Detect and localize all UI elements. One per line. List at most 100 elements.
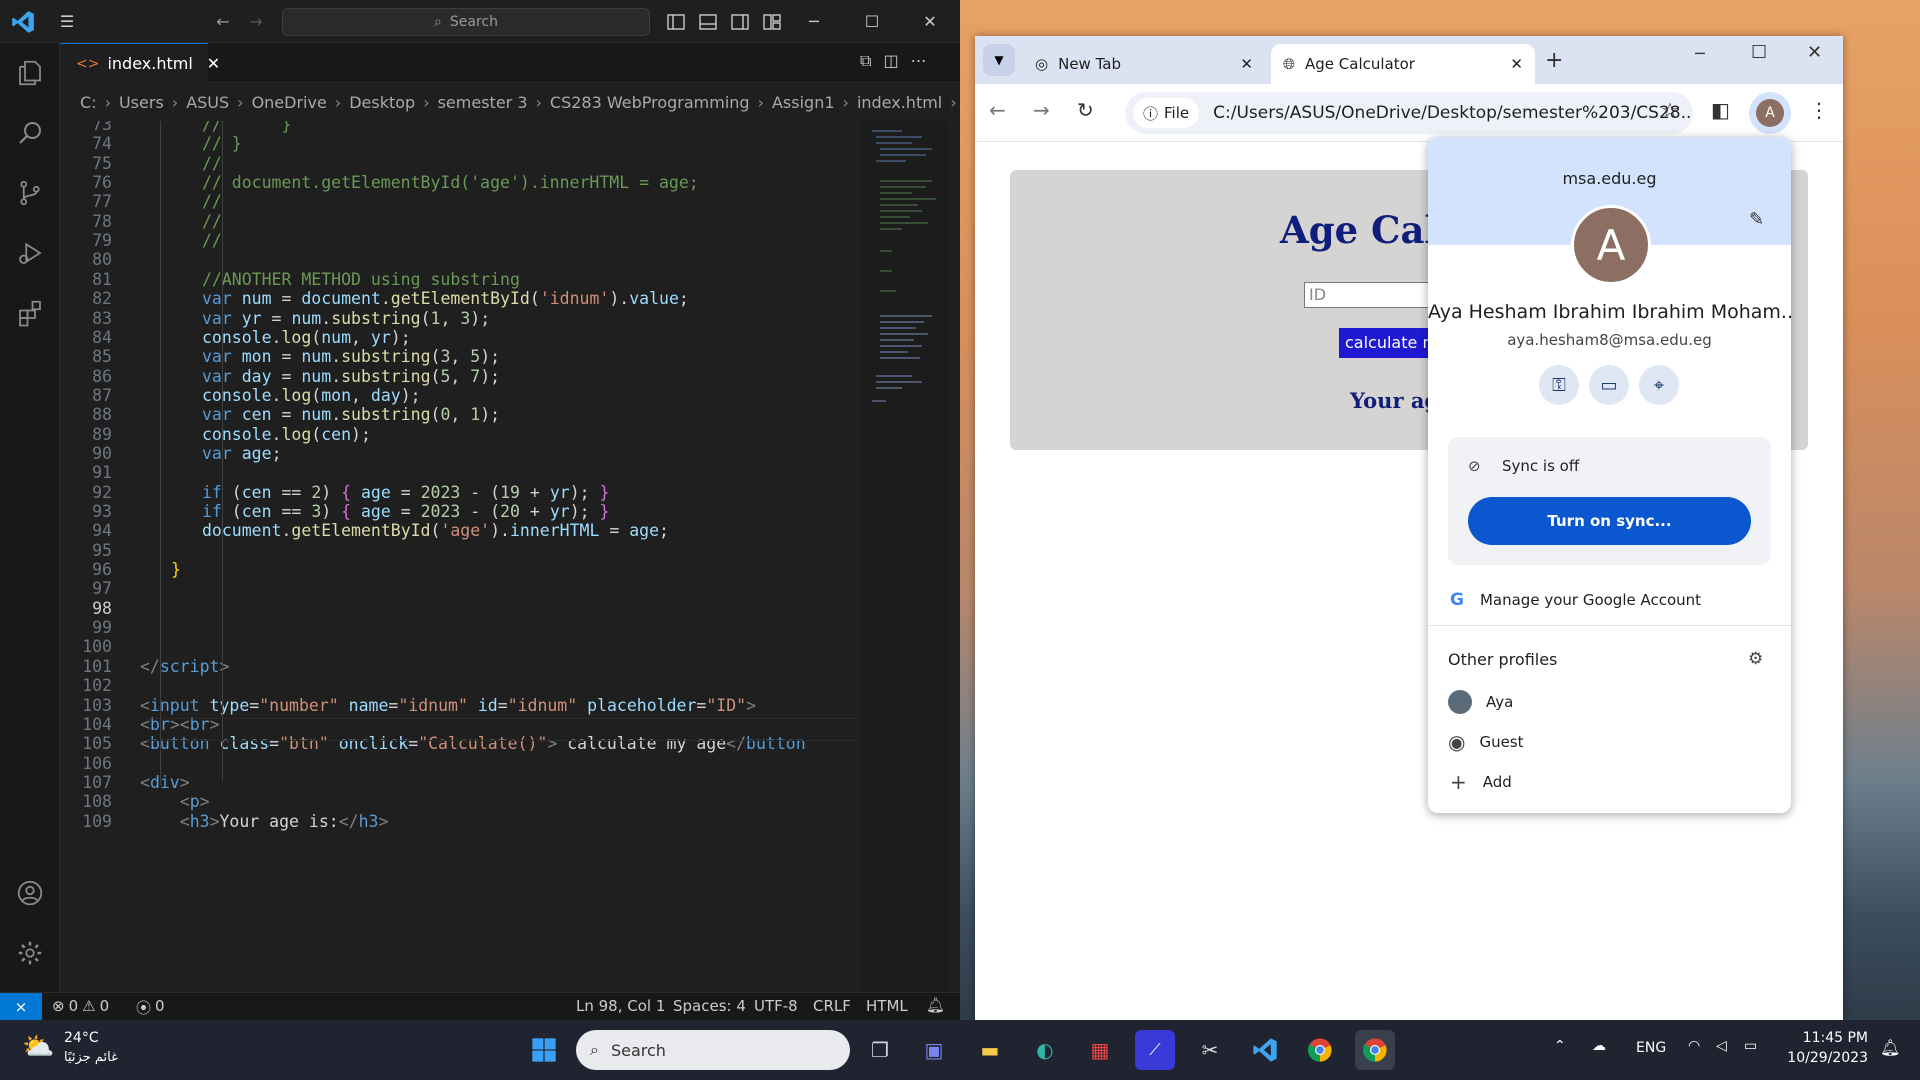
code-line[interactable]: // [202, 154, 222, 173]
calculate-button[interactable]: calculate m [1339, 328, 1429, 358]
settings-gear-icon[interactable] [0, 923, 60, 983]
profile-item-guest[interactable]: ◉ Guest [1428, 725, 1791, 759]
breadcrumb-item[interactable]: Users [119, 93, 164, 112]
breadcrumb-item[interactable]: semester 3 [438, 93, 528, 112]
code-line[interactable]: var cen = num.substring(0, 1); [202, 405, 500, 424]
task-view-icon[interactable]: ❐ [860, 1030, 900, 1070]
problems-indicator[interactable]: ⊗ 0 ⚠ 0 [52, 997, 109, 1015]
menu-icon[interactable]: ☰ [53, 7, 81, 35]
indentation[interactable]: Spaces: 4 [673, 997, 746, 1015]
chrome-taskbar-icon[interactable] [1300, 1030, 1340, 1070]
code-line[interactable]: } [171, 560, 181, 579]
code-line[interactable]: var age; [202, 444, 282, 463]
line-ending[interactable]: CRLF [813, 997, 851, 1015]
tab-close-icon[interactable]: ✕ [207, 54, 220, 73]
battery-icon[interactable]: ▭ [1744, 1038, 1757, 1054]
manage-account-item[interactable]: G Manage your Google Account [1428, 580, 1791, 620]
open-preview-icon[interactable]: ⧉ [860, 51, 871, 71]
code-line[interactable]: <input type="number" name="idnum" id="id… [140, 696, 756, 715]
close-window-icon[interactable]: ✕ [1807, 42, 1822, 63]
code-line[interactable]: // [202, 212, 222, 231]
minimap[interactable] [862, 121, 948, 992]
customize-layout-icon[interactable] [760, 10, 784, 34]
address-bar[interactable]: ⓘ File C:/Users/ASUS/OneDrive/Desktop/se… [1125, 92, 1693, 134]
close-window-icon[interactable]: ✕ [916, 7, 944, 35]
code-line[interactable]: <div> [140, 773, 190, 792]
tab-close-icon[interactable]: ✕ [1510, 55, 1523, 73]
back-arrow-icon[interactable]: ← [989, 98, 1006, 122]
manage-profiles-gear-icon[interactable]: ⚙ [1748, 649, 1763, 669]
breadcrumb-item[interactable]: index.html [857, 93, 942, 112]
code-line[interactable]: <p> [140, 792, 210, 811]
forward-arrow-icon[interactable]: → [242, 7, 270, 35]
code-line[interactable]: if (cen == 2) { age = 2023 - (19 + yr); … [202, 483, 609, 502]
toggle-panel-icon[interactable] [696, 10, 720, 34]
breadcrumb-item[interactable]: Assign1 [772, 93, 835, 112]
code-line[interactable]: var yr = num.substring(1, 3); [202, 309, 490, 328]
turn-on-sync-button[interactable]: Turn on sync... [1468, 497, 1751, 545]
toggle-secondary-sidebar-icon[interactable] [728, 10, 752, 34]
add-profile-item[interactable]: + Add [1428, 765, 1791, 799]
clock-date[interactable]: 10/29/2023 [1786, 1050, 1868, 1066]
code-line[interactable]: console.log(mon, day); [202, 386, 421, 405]
notification-bell-icon[interactable]: 🔔︎ [1880, 1038, 1900, 1057]
toggle-primary-sidebar-icon[interactable] [664, 10, 688, 34]
new-tab-plus-icon[interactable]: + [1545, 48, 1563, 73]
code-line[interactable]: </script> [140, 657, 229, 676]
tab-search-chevron-icon[interactable]: ▼ [983, 44, 1015, 76]
code-line[interactable]: console.log(cen); [202, 425, 371, 444]
maximize-icon[interactable]: ☐ [1751, 42, 1767, 63]
file-explorer-icon[interactable]: ▬ [970, 1030, 1010, 1070]
clock-time[interactable]: 11:45 PM [1790, 1030, 1868, 1046]
chrome-menu-icon[interactable]: ⋮ [1809, 98, 1829, 122]
source-control-icon[interactable] [0, 163, 60, 223]
code-line[interactable]: console.log(num, yr); [202, 328, 411, 347]
maximize-icon[interactable]: ☐ [858, 7, 886, 35]
search-icon[interactable] [0, 103, 60, 163]
breadcrumb-item[interactable]: OneDrive [252, 93, 327, 112]
forward-arrow-icon[interactable]: → [1033, 98, 1050, 122]
bookmark-star-icon[interactable]: ☆ [1661, 98, 1679, 122]
code-line[interactable]: // [202, 231, 222, 250]
chrome-profile-taskbar-icon[interactable] [1355, 1030, 1395, 1070]
profile-item-aya[interactable]: Aya [1428, 685, 1791, 719]
reload-icon[interactable]: ↻ [1077, 98, 1094, 122]
code-line[interactable]: <h3>Your age is:</h3> [140, 812, 389, 831]
snipping-tool-icon[interactable]: ✂ [1190, 1030, 1230, 1070]
run-debug-icon[interactable] [0, 223, 60, 283]
code-line[interactable]: var day = num.substring(5, 7); [202, 367, 500, 386]
code-line[interactable]: // document.getElementById('age').innerH… [202, 173, 699, 192]
command-search-bar[interactable]: ⌕ Search [282, 8, 650, 36]
site-info-chip[interactable]: ⓘ File [1133, 98, 1200, 128]
language-indicator[interactable]: ENG [1636, 1040, 1666, 1056]
breadcrumb-item[interactable]: C: [80, 93, 97, 112]
code-line[interactable]: var mon = num.substring(3, 5); [202, 347, 500, 366]
minimize-icon[interactable]: ─ [1695, 44, 1705, 63]
id-input[interactable]: ID [1304, 282, 1434, 308]
cursor-position[interactable]: Ln 98, Col 1 [576, 997, 665, 1015]
explorer-icon[interactable] [0, 43, 60, 103]
accounts-icon[interactable] [0, 863, 60, 923]
encoding[interactable]: UTF-8 [754, 997, 798, 1015]
edit-pencil-icon[interactable]: ✎ [1749, 209, 1764, 230]
app-icon[interactable]: ⟋ [1135, 1030, 1175, 1070]
more-actions-icon[interactable]: ⋯ [911, 51, 927, 71]
breadcrumb-item[interactable]: ASUS [186, 93, 229, 112]
notifications-bell-icon[interactable]: 🔔︎ [926, 996, 945, 1014]
code-line[interactable]: //ANOTHER METHOD using substring [202, 270, 520, 289]
remote-indicator-icon[interactable]: ⨯ [0, 993, 42, 1021]
tab-close-icon[interactable]: ✕ [1240, 55, 1253, 73]
taskbar-search[interactable]: ⌕ Search [576, 1030, 850, 1070]
onedrive-cloud-icon[interactable]: ☁ [1592, 1038, 1606, 1054]
breadcrumb-item[interactable]: Desktop [349, 93, 415, 112]
passwords-key-icon[interactable]: ⚿ [1539, 365, 1579, 405]
code-line[interactable]: var num = document.getElementById('idnum… [202, 289, 689, 308]
extensions-icon[interactable] [0, 283, 60, 343]
back-arrow-icon[interactable]: ← [209, 7, 237, 35]
breadcrumb-item[interactable]: CS283 WebProgramming [550, 93, 750, 112]
split-editor-icon[interactable]: ◫ [883, 51, 898, 71]
language-mode[interactable]: HTML [866, 997, 908, 1015]
profile-button[interactable]: A [1749, 92, 1791, 134]
code-line[interactable]: // } [202, 121, 291, 134]
vscode-taskbar-icon[interactable] [1245, 1030, 1285, 1070]
